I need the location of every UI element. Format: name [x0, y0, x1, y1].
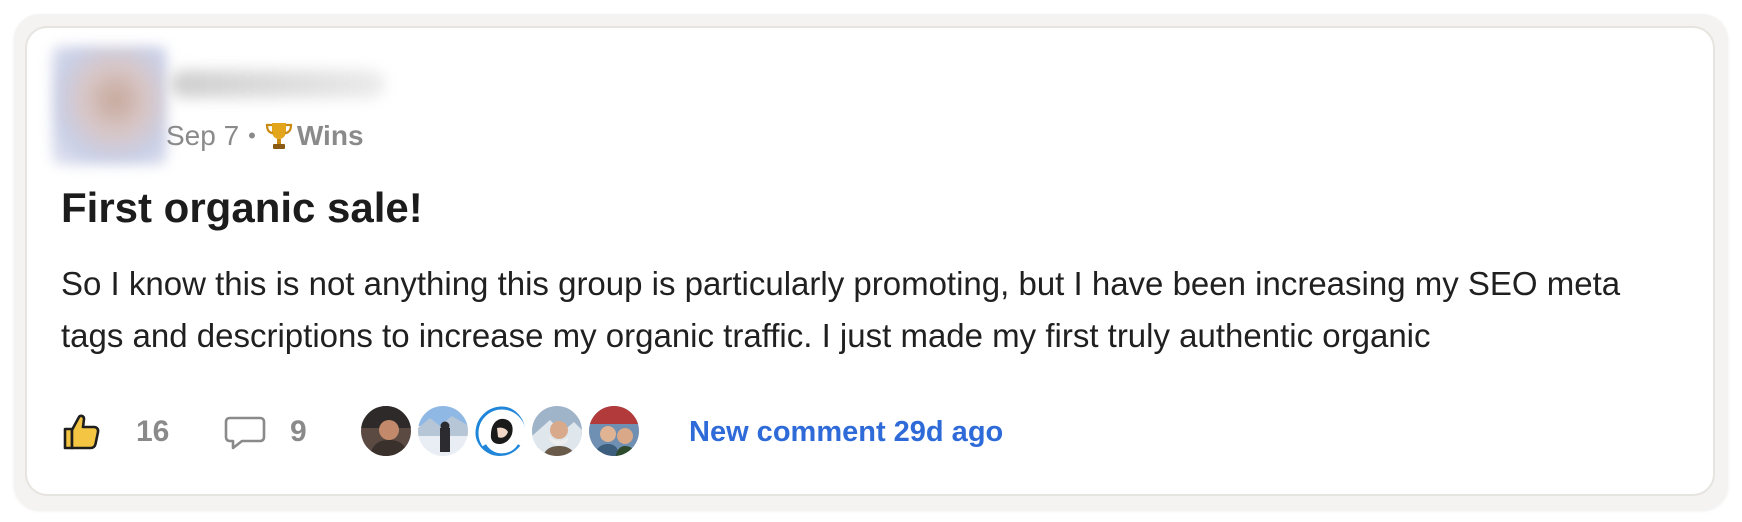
post-meta: Sep 7 • Wins: [166, 120, 364, 152]
author-avatar[interactable]: [52, 46, 167, 165]
commenter-avatar-4[interactable]: [530, 404, 584, 458]
comment-count: 9: [290, 415, 307, 448]
post-title[interactable]: First organic sale!: [61, 184, 423, 232]
author-name[interactable]: [170, 70, 385, 98]
new-comment-link[interactable]: New comment 29d ago: [689, 416, 1003, 449]
thumbs-up-icon[interactable]: [61, 412, 101, 452]
post-date: Sep 7: [166, 120, 240, 151]
meta-separator: •: [248, 123, 256, 148]
commenter-avatar-3[interactable]: [473, 404, 527, 458]
commenter-avatar-1[interactable]: [359, 404, 413, 458]
trophy-icon: [265, 123, 292, 149]
like-count: 16: [136, 415, 170, 448]
post-footer: 16 9 New comment 29d ago: [61, 404, 1661, 460]
commenter-avatar-5[interactable]: [587, 404, 641, 458]
comment-bubble-icon[interactable]: [224, 414, 266, 452]
commenter-avatar-2[interactable]: [416, 404, 470, 458]
post-category[interactable]: Wins: [297, 120, 364, 152]
post-body[interactable]: So I know this is not anything this grou…: [61, 258, 1661, 362]
